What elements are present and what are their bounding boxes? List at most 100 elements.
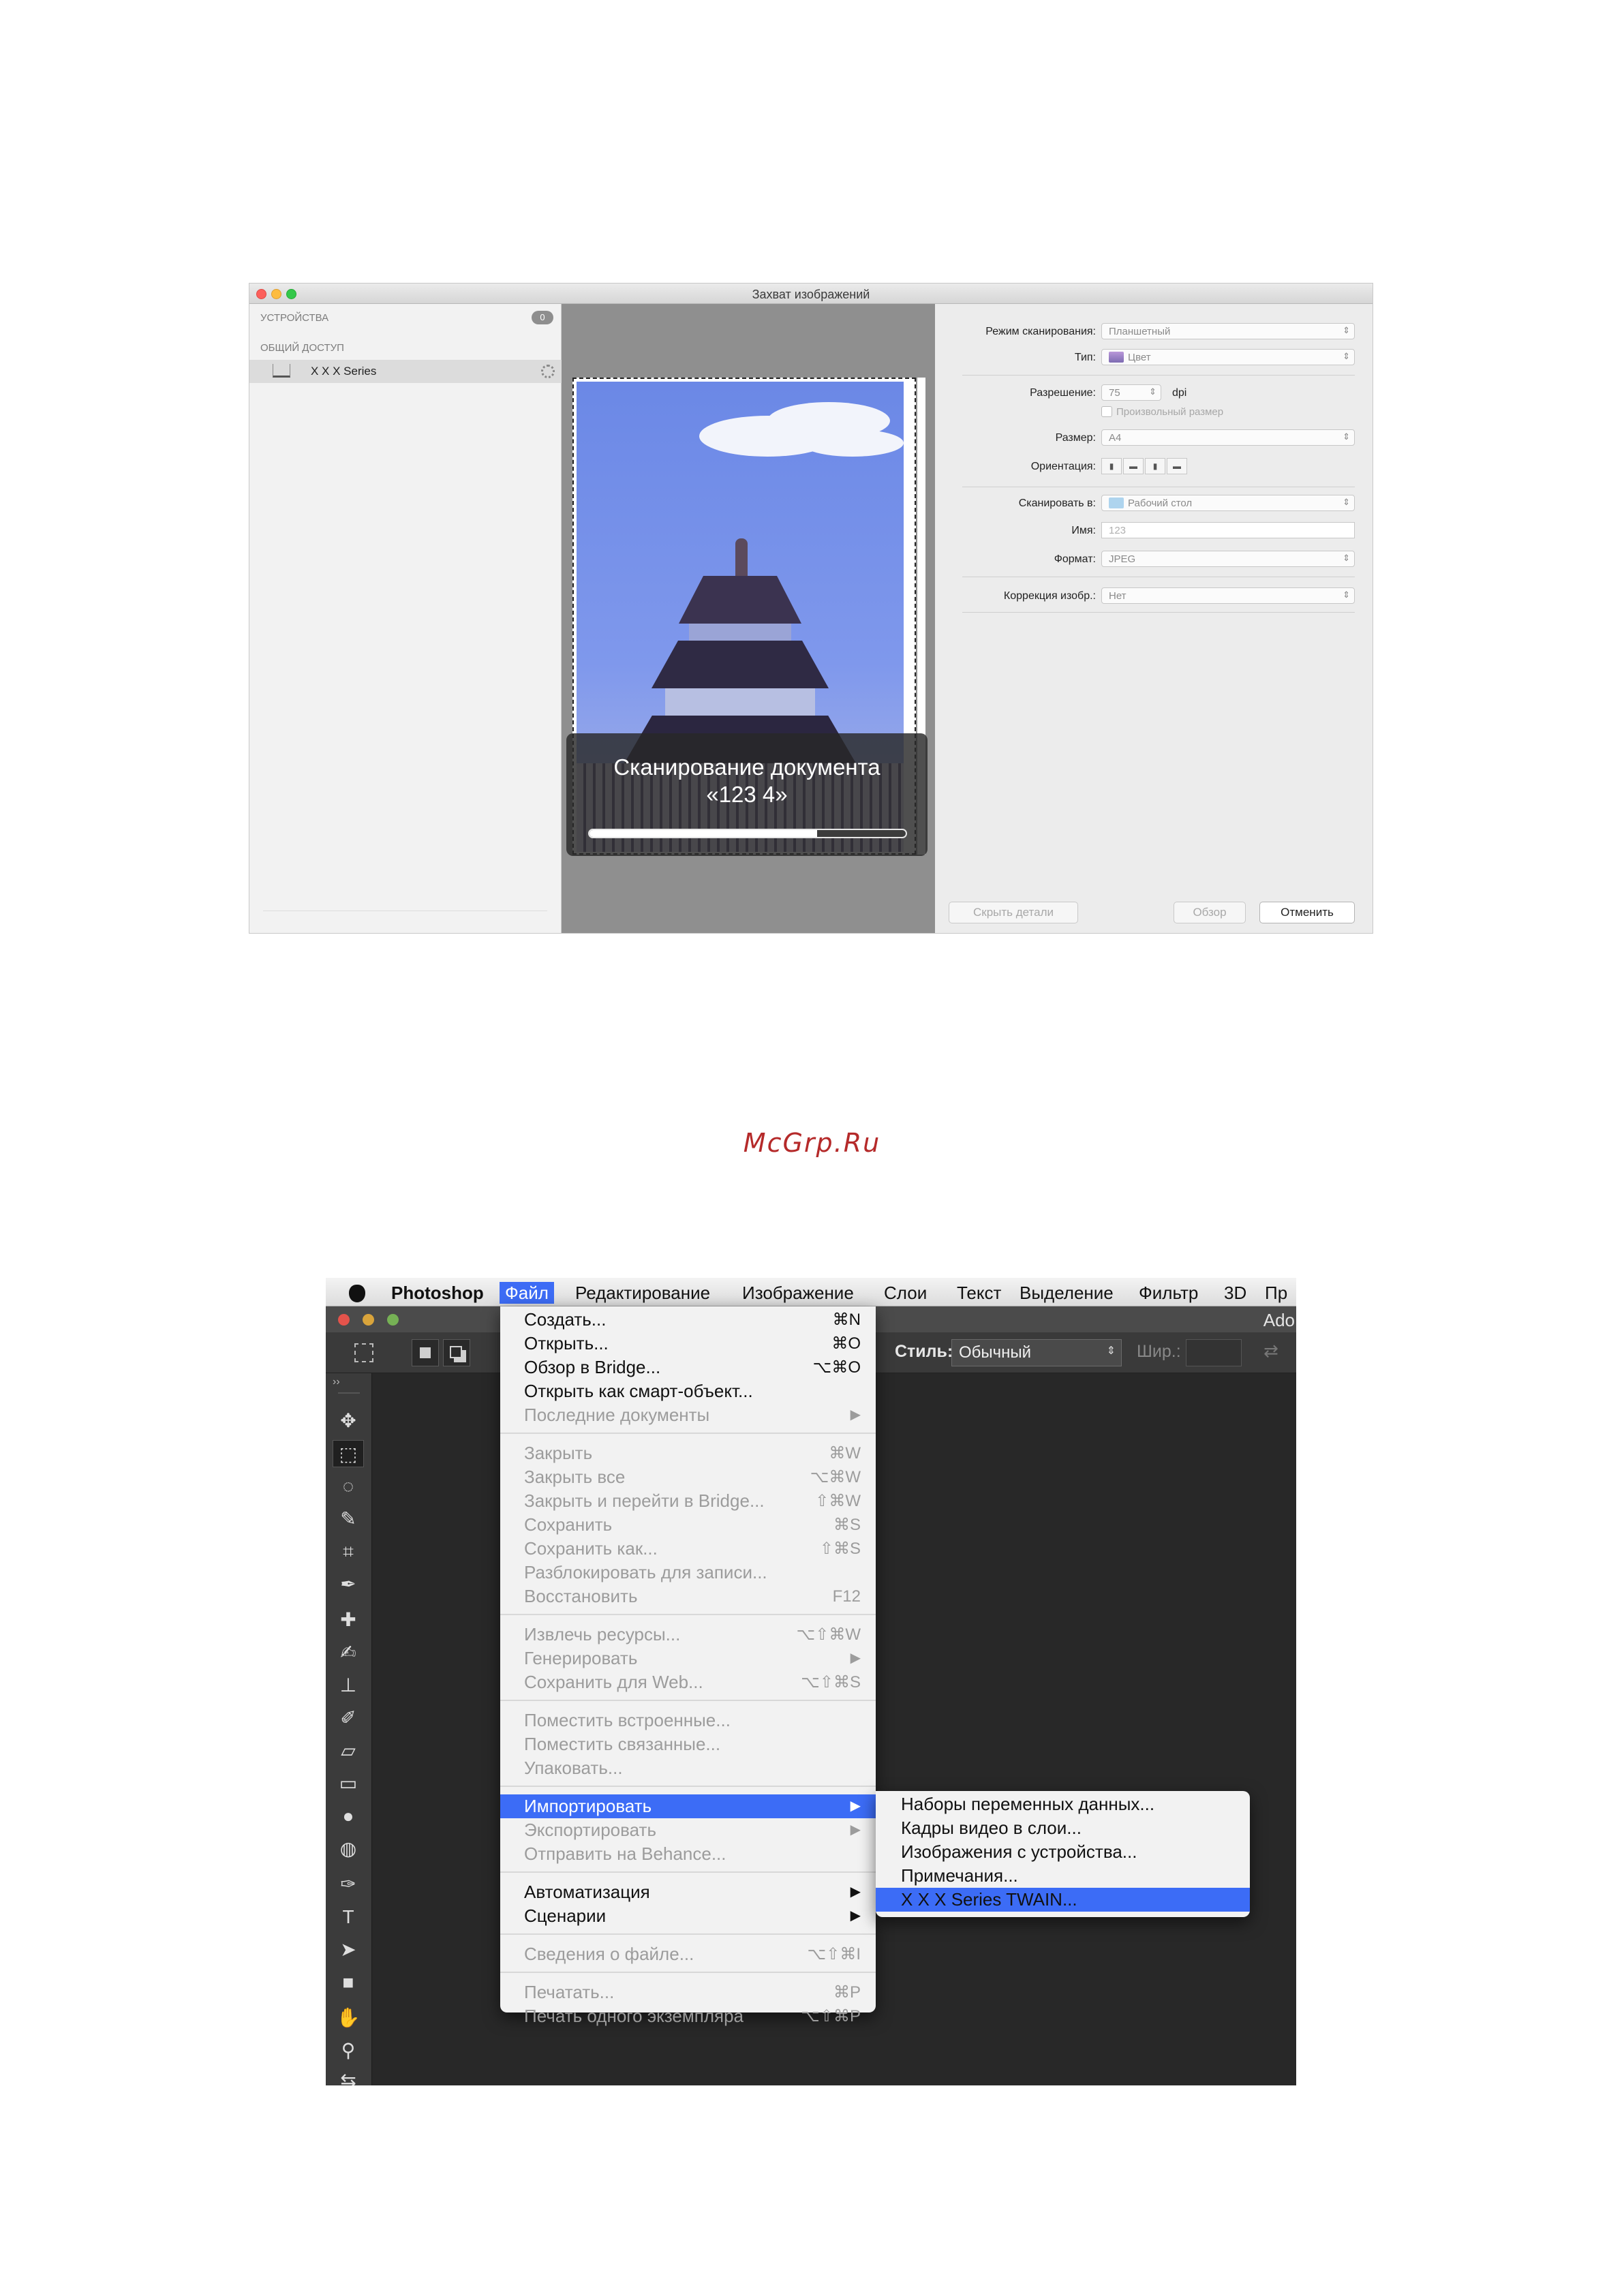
submenu-arrow-icon: ▶	[850, 1407, 861, 1422]
menu-edit[interactable]: Редактирование	[570, 1282, 716, 1304]
stamp-tool-icon[interactable]: ⊥	[333, 1672, 364, 1699]
file-menu-item[interactable]: Разблокировать для записи...	[500, 1561, 876, 1585]
brush-tool-icon[interactable]: ✍	[333, 1639, 364, 1666]
menu-3d[interactable]: 3D	[1219, 1282, 1252, 1304]
import-submenu-item[interactable]: Кадры видео в слои...	[876, 1816, 1250, 1840]
scan-mode-select[interactable]: Планшетный ⇕	[1101, 323, 1355, 339]
quick-select-tool-icon[interactable]: ✎	[333, 1505, 364, 1533]
menu-app[interactable]: Photoshop	[386, 1282, 489, 1304]
healing-brush-tool-icon[interactable]: ✚	[333, 1606, 364, 1634]
name-input[interactable]: 123	[1101, 522, 1355, 538]
menu-select[interactable]: Выделение	[1014, 1282, 1119, 1304]
history-brush-tool-icon[interactable]: ✐	[333, 1704, 364, 1732]
zoom-tool-icon[interactable]: ⚲	[333, 2037, 364, 2064]
menu-layers[interactable]: Слои	[878, 1282, 932, 1304]
file-menu-item[interactable]: Сценарии ▶	[500, 1904, 876, 1928]
file-menu-item[interactable]: Сохранить для Web... ⌥⇧⌘S	[500, 1670, 876, 1694]
lasso-tool-icon[interactable]: ◌	[333, 1473, 364, 1500]
import-submenu-item[interactable]: Изображения с устройства...	[876, 1840, 1250, 1864]
file-menu-item[interactable]: Поместить встроенные...	[500, 1709, 876, 1732]
collapse-icon[interactable]: ››	[333, 1376, 340, 1388]
menu-filter[interactable]: Фильтр	[1133, 1282, 1204, 1304]
file-menu-item[interactable]: Извлечь ресурсы... ⌥⇧⌘W	[500, 1623, 876, 1647]
orientation-portrait-flipped-button[interactable]: ▮	[1145, 458, 1165, 474]
apple-menu-icon[interactable]	[346, 1281, 367, 1304]
width-input[interactable]	[1186, 1339, 1242, 1366]
move-tool-icon[interactable]: ✥	[333, 1407, 364, 1435]
eraser-tool-icon[interactable]: ▱	[333, 1737, 364, 1764]
file-menu-item[interactable]: Импортировать ▶	[500, 1794, 876, 1818]
menu-item-label: Кадры видео в слои...	[901, 1818, 1082, 1838]
blur-tool-icon[interactable]: ●	[333, 1803, 364, 1830]
size-select[interactable]: A4 ⇕	[1101, 429, 1355, 446]
loading-spinner-icon	[541, 365, 555, 378]
marquee-tool-icon[interactable]: ⬚	[333, 1440, 364, 1467]
file-menu-item[interactable]: Сведения о файле... ⌥⇧⌘I	[500, 1942, 876, 1966]
type-select[interactable]: Цвет ⇕	[1101, 349, 1355, 365]
file-menu-item[interactable]: Закрыть ⌘W	[500, 1441, 876, 1465]
add-selection-button[interactable]	[443, 1339, 470, 1366]
file-menu-item[interactable]: Последние документы ▶	[500, 1403, 876, 1427]
cancel-button[interactable]: Отменить	[1259, 902, 1355, 923]
file-menu-item[interactable]: Печать одного экземпляра ⌥⇧⌘P	[500, 2004, 876, 2028]
chevron-updown-icon: ⇕	[1106, 1345, 1116, 1357]
orientation-portrait-button[interactable]: ▮	[1101, 458, 1122, 474]
close-window-button[interactable]	[338, 1314, 350, 1326]
path-select-tool-icon[interactable]: ➤	[333, 1936, 364, 1963]
file-menu-item[interactable]: Упаковать...	[500, 1756, 876, 1780]
minimize-window-button[interactable]	[363, 1314, 374, 1326]
menu-type[interactable]: Текст	[951, 1282, 1007, 1304]
swap-icon[interactable]: ⇄	[1263, 1341, 1278, 1362]
orientation-landscape-right-button[interactable]: ▬	[1167, 458, 1187, 474]
file-menu-item[interactable]: Сохранить как... ⇧⌘S	[500, 1537, 876, 1561]
file-menu-item[interactable]: Автоматизация ▶	[500, 1880, 876, 1904]
swap-colors-icon[interactable]: ⇆	[333, 2067, 364, 2085]
panel-grip[interactable]	[338, 1392, 360, 1394]
file-menu-item[interactable]: Закрыть и перейти в Bridge... ⇧⌘W	[500, 1489, 876, 1513]
file-menu-item[interactable]: Сохранить ⌘S	[500, 1513, 876, 1537]
hand-tool-icon[interactable]: ✋	[333, 2004, 364, 2032]
file-menu-item[interactable]: Поместить связанные...	[500, 1732, 876, 1756]
format-select[interactable]: JPEG ⇕	[1101, 551, 1355, 567]
gradient-tool-icon[interactable]: ▭	[333, 1770, 364, 1797]
overview-button[interactable]: Обзор	[1174, 902, 1246, 923]
rect-marquee-preset-icon[interactable]	[354, 1343, 373, 1362]
menu-file[interactable]: Файл	[500, 1282, 554, 1304]
file-menu-item[interactable]: Печатать... ⌘P	[500, 1980, 876, 2004]
resolution-label: Разрешение:	[1030, 387, 1096, 399]
menu-image[interactable]: Изображение	[737, 1282, 859, 1304]
menu-view[interactable]: Пр	[1259, 1282, 1293, 1304]
import-submenu-item[interactable]: Примечания...	[876, 1864, 1250, 1888]
file-menu-item[interactable]: Открыть... ⌘O	[500, 1332, 876, 1356]
orientation-landscape-left-button[interactable]: ▬	[1123, 458, 1144, 474]
new-selection-button[interactable]	[412, 1339, 439, 1366]
file-menu-item[interactable]: Закрыть все ⌥⌘W	[500, 1465, 876, 1489]
import-submenu-item[interactable]: X X X Series TWAIN...	[876, 1888, 1250, 1912]
chevron-updown-icon: ⇕	[1343, 590, 1350, 600]
chevron-updown-icon: ⇕	[1343, 431, 1350, 442]
shape-tool-icon[interactable]: ■	[333, 1969, 364, 1996]
type-tool-icon[interactable]: T	[333, 1903, 364, 1931]
chevron-updown-icon: ⇕	[1343, 351, 1350, 361]
file-menu-item[interactable]: Обзор в Bridge... ⌥⌘O	[500, 1356, 876, 1379]
hide-details-button[interactable]: Скрыть детали	[949, 902, 1078, 923]
correction-select[interactable]: Нет ⇕	[1101, 587, 1355, 604]
scan-to-select[interactable]: Рабочий стол ⇕	[1101, 495, 1355, 511]
resolution-select[interactable]: 75 ⇕	[1101, 384, 1161, 401]
eyedropper-tool-icon[interactable]: ✒	[333, 1571, 364, 1598]
file-menu-item[interactable]: Отправить на Behance...	[500, 1842, 876, 1866]
custom-size-checkbox[interactable]: Произвольный размер	[1101, 406, 1223, 418]
style-select[interactable]: Обычный ⇕	[951, 1339, 1122, 1366]
file-menu-item[interactable]: Экспортировать ▶	[500, 1818, 876, 1842]
dodge-tool-icon[interactable]: ◍	[333, 1835, 364, 1863]
menu-item-shortcut: ⌥⌘W	[810, 1468, 861, 1486]
file-menu-item[interactable]: Открыть как смарт-объект...	[500, 1379, 876, 1403]
file-menu-item[interactable]: Создать... ⌘N	[500, 1308, 876, 1332]
pen-tool-icon[interactable]: ✑	[333, 1871, 364, 1898]
file-menu-item[interactable]: Восстановить F12	[500, 1585, 876, 1608]
import-submenu-item[interactable]: Наборы переменных данных...	[876, 1792, 1250, 1816]
sidebar-item-scanner[interactable]: X X X Series	[249, 360, 562, 383]
zoom-window-button[interactable]	[387, 1314, 399, 1326]
file-menu-item[interactable]: Генерировать ▶	[500, 1647, 876, 1670]
crop-tool-icon[interactable]: ⌗	[333, 1538, 364, 1565]
